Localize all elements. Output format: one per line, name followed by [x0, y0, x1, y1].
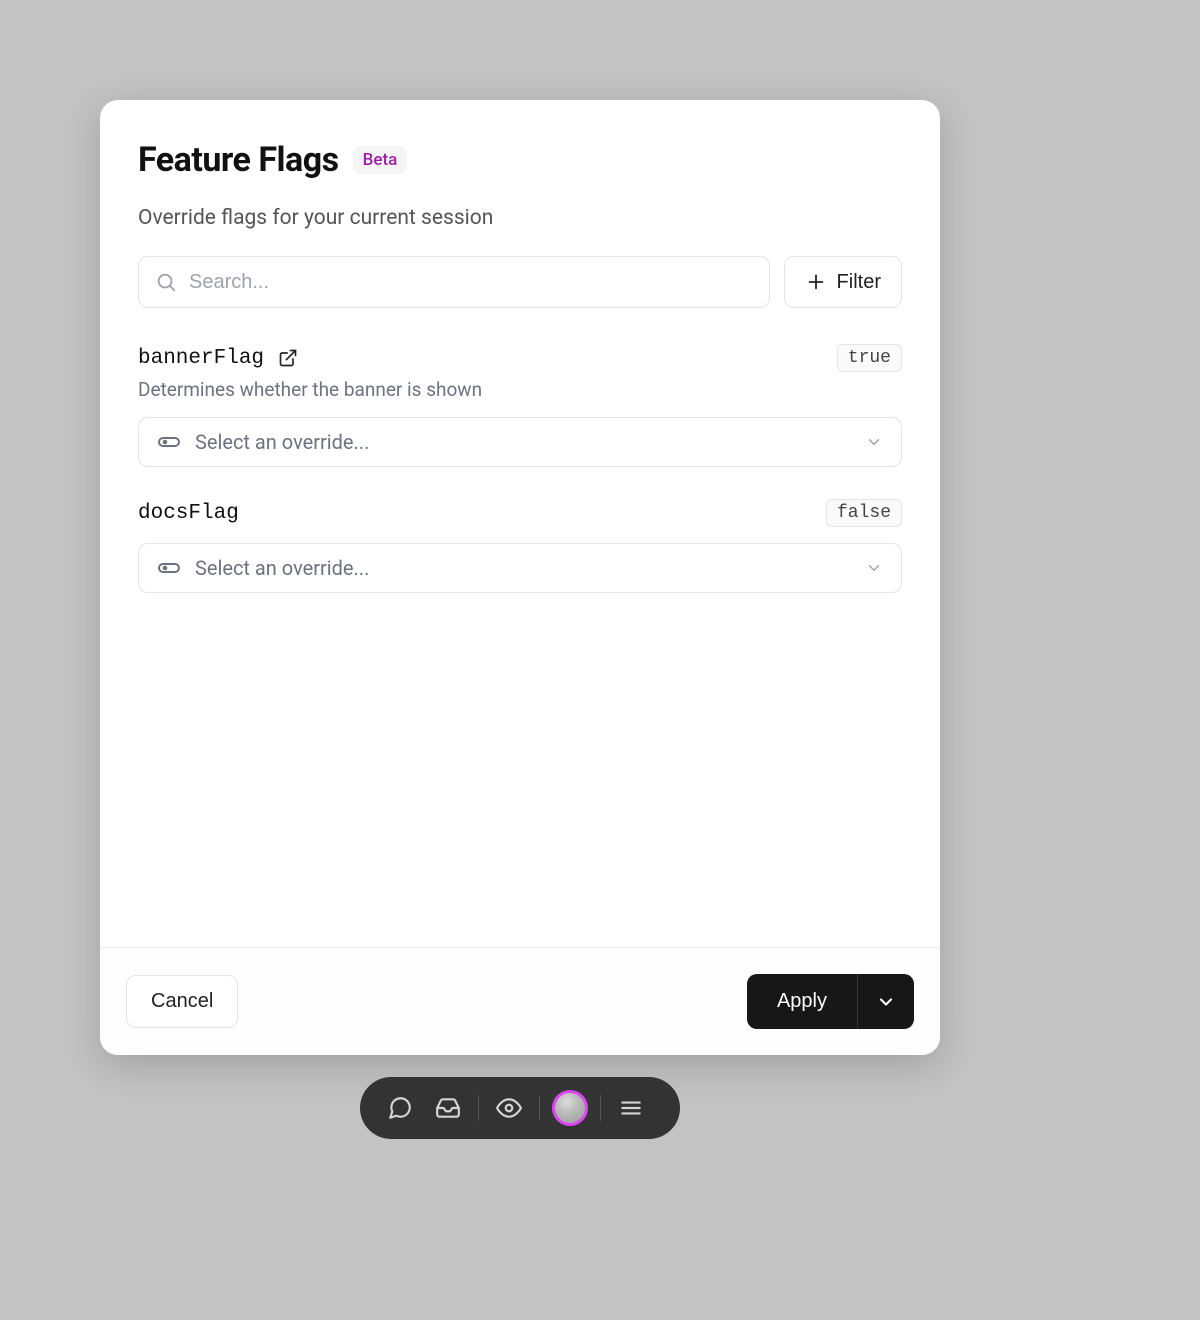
menu-icon	[618, 1095, 644, 1121]
override-placeholder: Select an override...	[195, 556, 369, 580]
toolbar-separator	[600, 1095, 601, 1121]
apply-button-group: Apply	[747, 974, 914, 1029]
search-icon	[155, 271, 177, 293]
flag-header: bannerFlag true	[138, 344, 902, 372]
flag-value-badge: false	[826, 499, 902, 527]
flag-header: docsFlag false	[138, 499, 902, 527]
flag-item: docsFlag false Select an override...	[138, 499, 902, 593]
search-input[interactable]	[189, 271, 753, 294]
flag-item: bannerFlag true Determines whether the b…	[138, 344, 902, 467]
search-box[interactable]	[138, 256, 770, 308]
toolbar-separator	[539, 1095, 540, 1121]
filter-button[interactable]: Filter	[784, 256, 902, 308]
menu-button[interactable]	[609, 1086, 653, 1130]
feature-flags-modal: Feature Flags Beta Override flags for yo…	[100, 100, 940, 1055]
chevron-down-icon	[865, 433, 883, 451]
override-select[interactable]: Select an override...	[138, 417, 902, 467]
toggle-icon	[157, 556, 181, 580]
search-row: Filter	[138, 256, 902, 308]
inbox-icon	[435, 1095, 461, 1121]
flag-name: docsFlag	[138, 502, 239, 525]
override-select[interactable]: Select an override...	[138, 543, 902, 593]
flag-value-badge: true	[837, 344, 902, 372]
modal-body: Feature Flags Beta Override flags for yo…	[100, 100, 940, 947]
toolbar-separator	[478, 1095, 479, 1121]
flag-description: Determines whether the banner is shown	[138, 378, 902, 401]
flag-name-row: bannerFlag	[138, 347, 298, 370]
eye-icon	[496, 1095, 522, 1121]
beta-badge: Beta	[353, 146, 408, 174]
avatar-button[interactable]	[548, 1086, 592, 1130]
override-placeholder: Select an override...	[195, 430, 369, 454]
comment-button[interactable]	[378, 1086, 422, 1130]
avatar[interactable]	[552, 1090, 588, 1126]
plus-icon	[805, 271, 827, 293]
modal-footer: Cancel Apply	[100, 947, 940, 1055]
title-row: Feature Flags Beta	[138, 140, 902, 180]
flag-name: bannerFlag	[138, 347, 264, 370]
external-link-icon[interactable]	[278, 348, 298, 368]
apply-button[interactable]: Apply	[747, 974, 857, 1029]
apply-dropdown-button[interactable]	[857, 974, 914, 1029]
bottom-toolbar	[360, 1077, 680, 1139]
override-left: Select an override...	[157, 430, 369, 454]
modal-title: Feature Flags	[138, 140, 339, 180]
chevron-down-icon	[876, 992, 896, 1012]
cancel-button[interactable]: Cancel	[126, 975, 238, 1028]
flag-name-row: docsFlag	[138, 502, 239, 525]
override-left: Select an override...	[157, 556, 369, 580]
modal-subtitle: Override flags for your current session	[138, 206, 902, 230]
toggle-icon	[157, 430, 181, 454]
inbox-button[interactable]	[426, 1086, 470, 1130]
filter-label: Filter	[837, 271, 881, 294]
chevron-down-icon	[865, 559, 883, 577]
visibility-button[interactable]	[487, 1086, 531, 1130]
chat-icon	[387, 1095, 413, 1121]
